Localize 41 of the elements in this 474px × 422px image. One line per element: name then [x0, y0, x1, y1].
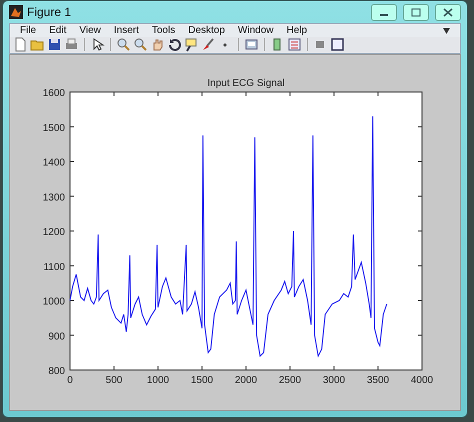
save-icon[interactable] — [47, 37, 62, 52]
x-tick-label: 1500 — [190, 375, 214, 386]
y-tick-label: 1300 — [42, 192, 65, 204]
maximize-icon[interactable] — [403, 4, 429, 21]
x-tick-label: 1000 — [146, 375, 170, 386]
close-icon[interactable] — [435, 4, 461, 21]
menu-item[interactable]: Desktop — [188, 25, 225, 36]
menu-item[interactable]: Window — [238, 25, 274, 36]
y-tick-label: 900 — [48, 331, 65, 342]
zoom-in-icon[interactable] — [116, 37, 131, 52]
menu-item[interactable]: View — [79, 25, 101, 36]
brush-icon[interactable] — [201, 37, 216, 52]
x-tick-label: 4000 — [410, 375, 434, 386]
menu-item[interactable]: Edit — [49, 25, 66, 36]
chevron-icon[interactable] — [443, 28, 450, 34]
menu-item[interactable]: File — [20, 25, 36, 36]
new-file-icon[interactable] — [13, 37, 28, 52]
y-tick-label: 1500 — [42, 122, 65, 134]
x-tick-label: 2000 — [234, 375, 258, 386]
y-tick-label: 1000 — [42, 296, 65, 308]
menu-item[interactable]: Insert — [114, 25, 139, 36]
data-cursor-icon[interactable] — [184, 37, 199, 52]
x-tick-label: 500 — [106, 375, 122, 386]
y-tick-label: 1200 — [42, 227, 65, 238]
minimize-icon[interactable] — [371, 4, 397, 21]
y-tick-label: 1600 — [42, 88, 65, 100]
x-tick-label: 3500 — [366, 375, 390, 386]
x-tick-label: 3000 — [322, 375, 346, 386]
menu-item[interactable]: Tools — [152, 25, 176, 36]
y-tick-label: 1100 — [43, 262, 65, 273]
x-tick-label: 0 — [67, 375, 73, 386]
y-tick-label: 1400 — [42, 158, 65, 169]
window-title: Figure 1 — [27, 5, 72, 20]
x-tick-label: 2500 — [278, 375, 302, 386]
zoom-out-icon[interactable] — [133, 37, 148, 52]
chart-title: Input ECG Signal — [207, 78, 285, 90]
legend-icon[interactable] — [287, 37, 302, 52]
rotate-icon[interactable] — [167, 37, 182, 52]
menu-item[interactable]: Help — [286, 25, 308, 36]
app-logo-icon — [9, 5, 23, 20]
y-tick-label: 800 — [48, 366, 65, 378]
